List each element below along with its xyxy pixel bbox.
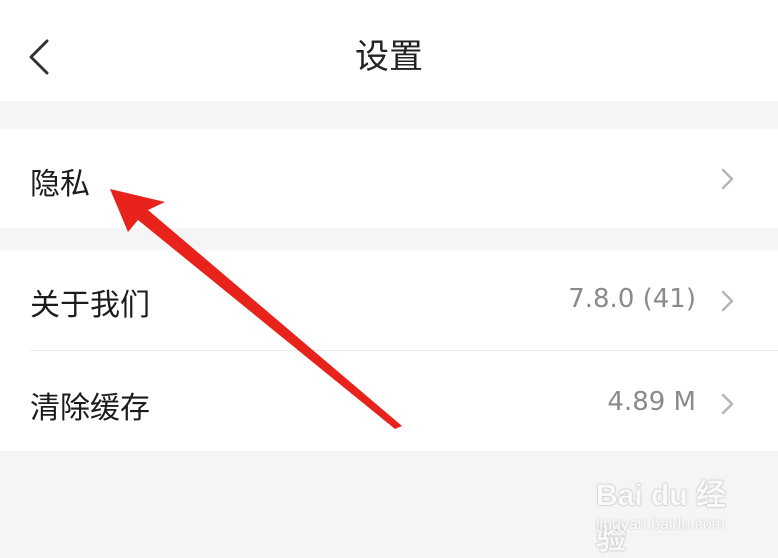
row-label: 隐私 <box>30 167 90 202</box>
chevron-right-icon <box>721 290 734 312</box>
settings-group-info: 关于我们 7.8.0 (41) 清除缓存 4.89 M <box>0 250 778 451</box>
row-label: 关于我们 <box>30 288 150 323</box>
chevron-right-icon <box>721 393 734 415</box>
row-label: 清除缓存 <box>30 391 150 426</box>
page-title: 设置 <box>355 37 423 77</box>
version-value: 7.8.0 (41) <box>568 284 696 314</box>
chevron-right-icon <box>721 168 734 190</box>
navigation-bar: 设置 <box>0 0 778 101</box>
settings-row-clear-cache[interactable]: 清除缓存 4.89 M <box>0 351 778 451</box>
settings-group-privacy: 隐私 <box>0 129 778 228</box>
settings-row-about[interactable]: 关于我们 7.8.0 (41) <box>0 250 778 350</box>
watermark-brand: Bai du 经验 <box>596 479 727 556</box>
watermark-url: jingyan.baidu.com <box>596 516 725 533</box>
settings-row-privacy[interactable]: 隐私 <box>0 129 778 228</box>
baidu-watermark: Bai du 经验 jingyan.baidu.com <box>590 470 750 556</box>
cache-size-value: 4.89 M <box>607 387 696 417</box>
